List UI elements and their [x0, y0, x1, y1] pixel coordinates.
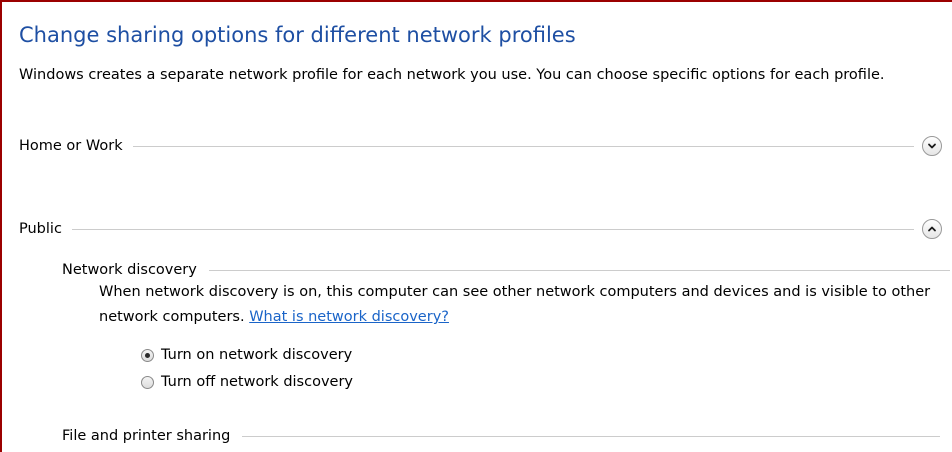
divider	[132, 145, 914, 147]
radio-dot	[145, 352, 150, 358]
radio-turn-on-network-discovery[interactable]: Turn on network discovery	[141, 344, 352, 366]
profile-header-home-work[interactable]: Home or Work	[19, 133, 942, 159]
chevron-up-icon[interactable]	[922, 219, 942, 239]
radio-button-selected[interactable]	[141, 348, 154, 362]
profile-header-public[interactable]: Public	[19, 216, 942, 242]
page-title: Change sharing options for different net…	[19, 23, 576, 47]
divider	[242, 435, 940, 437]
profile-label-public: Public	[19, 221, 62, 237]
file-printer-sharing-heading: File and printer sharing	[62, 428, 231, 444]
network-discovery-header: Network discovery	[62, 259, 950, 281]
network-discovery-help-link[interactable]: What is network discovery?	[249, 309, 449, 325]
radio-turn-off-network-discovery[interactable]: Turn off network discovery	[141, 371, 353, 393]
file-printer-sharing-header: File and printer sharing	[62, 425, 940, 447]
chevron-down-icon[interactable]	[922, 136, 942, 156]
network-discovery-heading: Network discovery	[62, 262, 197, 278]
radio-label-turn-on: Turn on network discovery	[161, 347, 353, 363]
network-discovery-description-text: When network discovery is on, this compu…	[99, 284, 931, 325]
page-intro: Windows creates a separate network profi…	[19, 67, 885, 83]
divider	[71, 228, 914, 230]
profile-label-home-work: Home or Work	[19, 138, 123, 154]
divider	[208, 269, 950, 271]
network-discovery-description: When network discovery is on, this compu…	[99, 280, 949, 330]
network-sharing-window: Change sharing options for different net…	[0, 0, 952, 452]
radio-label-turn-off: Turn off network discovery	[161, 374, 353, 390]
radio-button-unselected[interactable]	[141, 375, 154, 389]
